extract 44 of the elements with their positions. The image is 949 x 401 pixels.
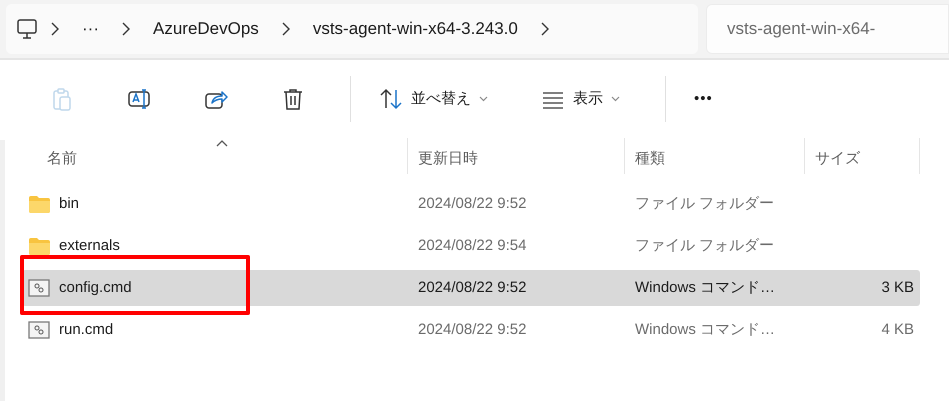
name-cell: run.cmd bbox=[22, 318, 408, 342]
name-cell: bin bbox=[22, 192, 408, 216]
caret-icon bbox=[479, 96, 488, 102]
caret-icon bbox=[611, 96, 620, 102]
type-cell-text: Windows コマンド… bbox=[634, 278, 776, 298]
date-cell-text: 2024/08/22 9:52 bbox=[417, 278, 528, 298]
column-header[interactable]: 種類 bbox=[625, 138, 805, 174]
more-button[interactable]: ··· bbox=[72, 16, 109, 42]
script-file-icon bbox=[28, 320, 51, 340]
size-cell-text: 3 KB bbox=[880, 278, 915, 298]
sort-caret-icon bbox=[216, 140, 228, 147]
folder-icon bbox=[28, 194, 51, 214]
chevron-icon[interactable] bbox=[50, 22, 60, 36]
file-row[interactable]: bin 2024/08/22 9:52 ファイル フォルダー bbox=[22, 186, 920, 222]
sort-button[interactable]: 並べ替え bbox=[371, 79, 496, 119]
more-button[interactable]: ••• bbox=[686, 79, 721, 119]
date-cell-text: 2024/08/22 9:54 bbox=[417, 236, 528, 256]
script-file-icon bbox=[28, 278, 51, 298]
folder-icon bbox=[28, 236, 51, 256]
type-cell-text: ファイル フォルダー bbox=[634, 236, 776, 256]
type-cell-text: ファイル フォルダー bbox=[634, 194, 776, 214]
chevron-icon[interactable] bbox=[280, 22, 291, 36]
column-header[interactable]: 名前 bbox=[22, 138, 408, 174]
computer-icon[interactable] bbox=[16, 18, 38, 40]
column-header[interactable]: 更新日時 bbox=[408, 138, 625, 174]
name-cell: externals bbox=[22, 234, 408, 258]
rename-icon bbox=[127, 87, 151, 111]
date-cell-text: 2024/08/22 9:52 bbox=[417, 194, 528, 214]
column-header[interactable]: サイズ bbox=[805, 138, 920, 174]
breadcrumb-item[interactable]: AzureDevOps bbox=[142, 16, 269, 42]
name-cell: config.cmd bbox=[22, 276, 408, 300]
file-row[interactable]: run.cmd 2024/08/22 9:52 Windows コマンド… 4 KB bbox=[22, 312, 920, 348]
file-row[interactable]: externals 2024/08/22 9:54 ファイル フォルダー bbox=[22, 228, 920, 264]
search-field[interactable]: vsts-agent-win-x64- bbox=[706, 4, 949, 54]
trash-icon bbox=[281, 87, 305, 111]
chevron-icon[interactable] bbox=[120, 22, 131, 36]
type-cell-text: Windows コマンド… bbox=[634, 320, 776, 340]
chevron-icon[interactable] bbox=[540, 22, 550, 36]
size-cell-text: 4 KB bbox=[880, 320, 915, 340]
breadcrumb-item[interactable]: vsts-agent-win-x64-3.243.0 bbox=[302, 16, 528, 42]
file-row[interactable]: config.cmd 2024/08/22 9:52 Windows コマンド… 3 KB bbox=[22, 270, 920, 306]
date-cell-text: 2024/08/22 9:52 bbox=[417, 320, 528, 340]
sort-arrows-icon bbox=[379, 87, 403, 111]
view-button[interactable]: 表示 bbox=[533, 79, 628, 119]
